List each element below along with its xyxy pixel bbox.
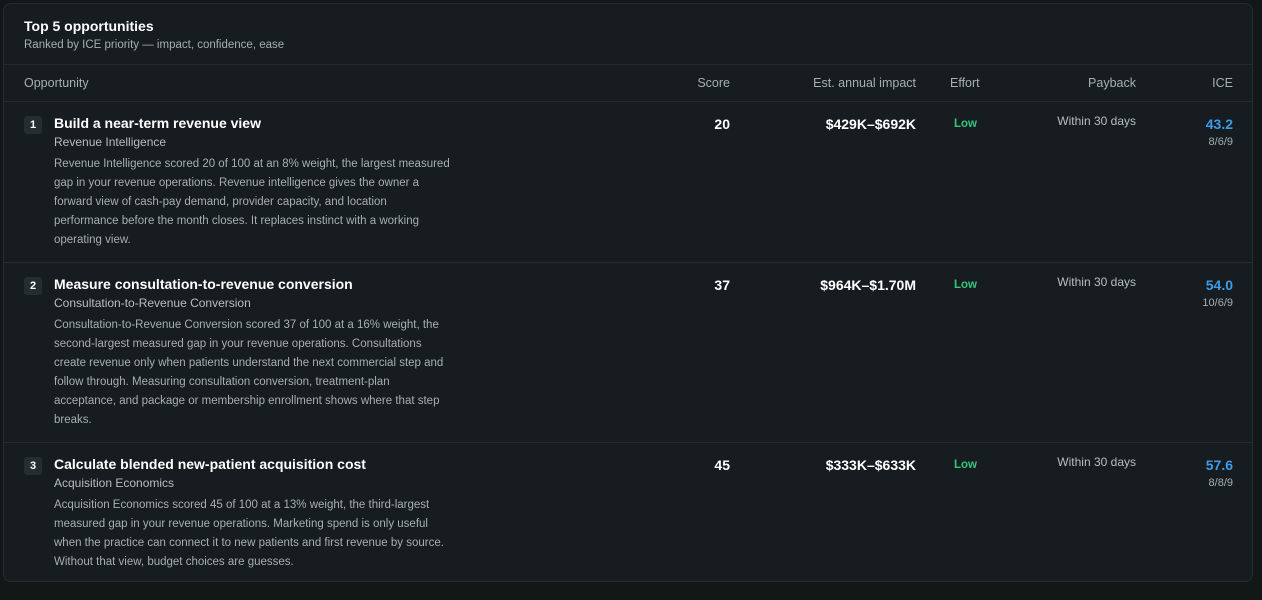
column-header-payback: Payback [1088,76,1136,90]
opportunity-title: Measure consultation-to-revenue conversi… [54,276,353,292]
rank-badge: 3 [24,457,42,475]
table-row[interactable]: 1 Build a near-term revenue view Revenue… [4,102,1252,263]
opportunity-cell: Measure consultation-to-revenue conversi… [54,275,454,430]
panel-subtitle: Ranked by ICE priority — impact, confide… [24,39,285,51]
effort-badge: Low [954,118,977,130]
score-value: 45 [714,457,730,473]
opportunities-panel: Top 5 opportunities Ranked by ICE priori… [3,3,1253,582]
column-header-opportunity: Opportunity [24,76,89,90]
opportunity-title: Calculate blended new-patient acquisitio… [54,456,366,472]
opportunity-category: Revenue Intelligence [54,135,167,149]
ice-cell: 43.2 8/6/9 [1206,115,1233,149]
rank-badge: 1 [24,116,42,134]
opportunity-title: Build a near-term revenue view [54,115,261,131]
ice-components: 8/6/9 [1208,136,1233,148]
table-row[interactable]: 2 Measure consultation-to-revenue conver… [4,263,1252,443]
ice-value: 54.0 [1205,277,1233,293]
column-header-effort: Effort [950,76,980,90]
opportunity-description: Revenue Intelligence scored 20 of 100 at… [54,158,450,246]
payback-value: Within 30 days [1057,114,1136,128]
score-value: 37 [714,277,730,293]
opportunity-description: Acquisition Economics scored 45 of 100 a… [54,499,444,568]
opportunity-cell: Calculate blended new-patient acquisitio… [54,455,454,572]
column-header-ice: ICE [1212,76,1233,90]
ice-value: 57.6 [1205,457,1233,473]
effort-badge: Low [954,459,977,471]
ice-value: 43.2 [1205,116,1233,132]
column-header-impact: Est. annual impact [813,76,916,90]
score-value: 20 [714,116,730,132]
panel-header: Top 5 opportunities Ranked by ICE priori… [4,4,1252,65]
column-header-score: Score [697,76,730,90]
impact-value: $429K–$692K [825,116,916,132]
payback-value: Within 30 days [1057,275,1136,289]
panel-title: Top 5 opportunities [24,18,154,34]
effort-badge: Low [954,279,977,291]
ice-components: 8/8/9 [1208,477,1233,489]
opportunity-category: Acquisition Economics [54,476,175,490]
opportunity-description: Consultation-to-Revenue Conversion score… [54,319,444,426]
opportunity-cell: Build a near-term revenue view Revenue I… [54,114,454,250]
ice-components: 10/6/9 [1202,297,1233,309]
table-header: Opportunity Score Est. annual impact Eff… [4,65,1252,102]
table-row[interactable]: 3 Calculate blended new-patient acquisit… [4,443,1252,581]
impact-value: $333K–$633K [825,457,916,473]
rank-badge: 2 [24,277,42,295]
payback-value: Within 30 days [1057,455,1136,469]
impact-value: $964K–$1.70M [820,277,916,293]
opportunity-category: Consultation-to-Revenue Conversion [54,296,251,310]
ice-cell: 57.6 8/8/9 [1206,456,1233,490]
ice-cell: 54.0 10/6/9 [1202,276,1233,310]
